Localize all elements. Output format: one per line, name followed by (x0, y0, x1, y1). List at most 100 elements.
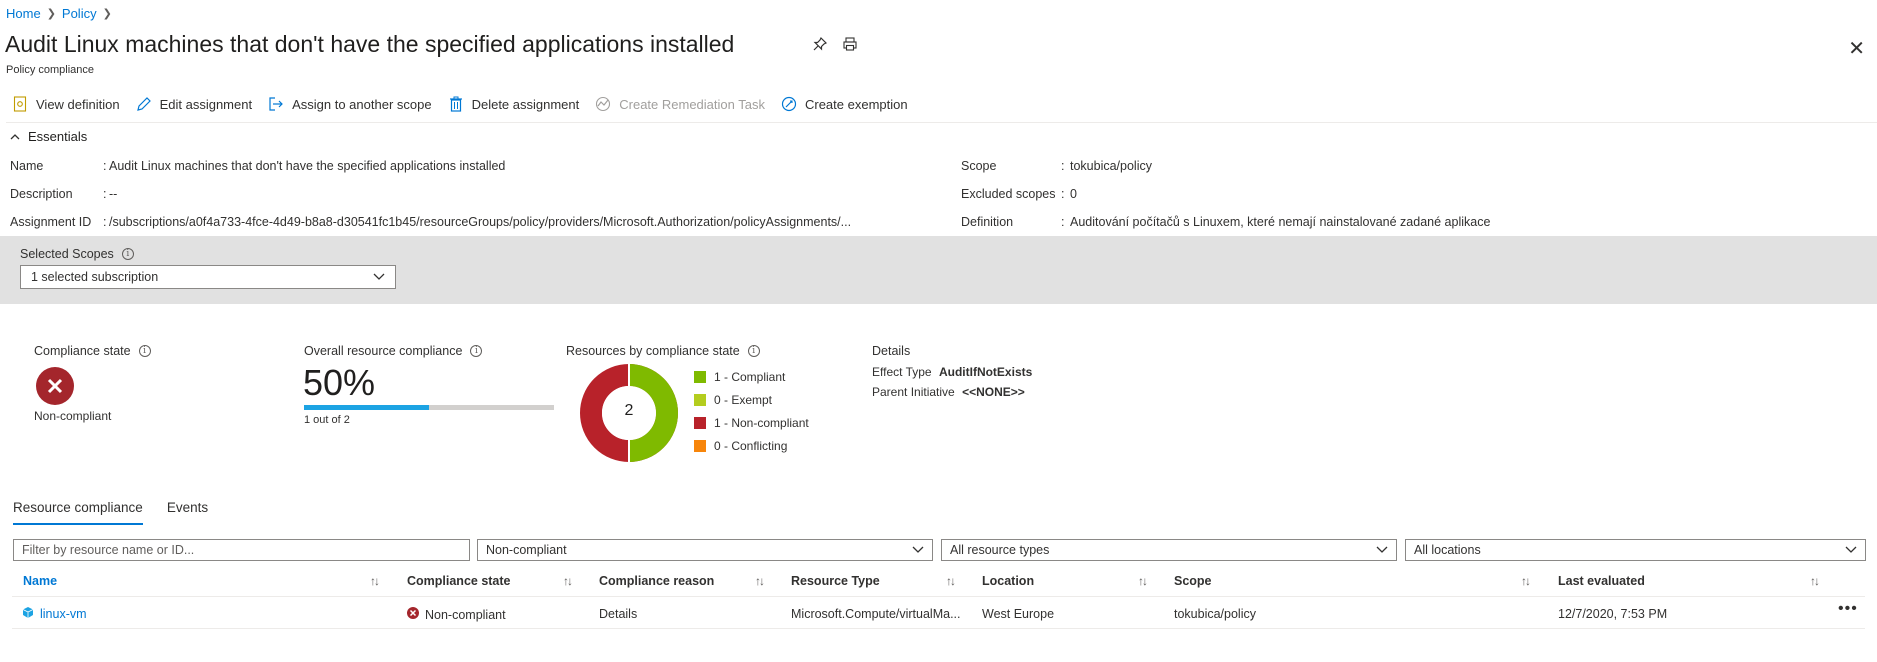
column-header-compliance-reason[interactable]: Compliance reason (599, 574, 714, 588)
error-x-icon (36, 367, 74, 405)
close-icon[interactable]: ✕ (1848, 36, 1865, 61)
pin-icon[interactable] (812, 36, 828, 55)
excluded-scopes-value: 0 (1070, 187, 1077, 201)
sort-icon[interactable]: ↑↓ (755, 574, 765, 588)
compliance-state-filter[interactable]: Non-compliant (477, 539, 933, 561)
edit-pencil-icon (136, 96, 152, 112)
scope-dropdown-value: 1 selected subscription (31, 270, 159, 284)
selected-scopes-label: Selected Scopes i (20, 247, 134, 261)
create-remediation-button[interactable]: Create Remediation Task (595, 96, 765, 112)
legend-label: 1 - Non-compliant (714, 416, 809, 430)
resources-by-state-title: Resources by compliance state (566, 344, 740, 358)
chevron-down-icon (1376, 543, 1388, 557)
breadcrumb-policy[interactable]: Policy (62, 6, 97, 21)
legend-noncompliant[interactable]: 1 - Non-compliant (694, 416, 809, 430)
assign-scope-button[interactable]: Assign to another scope (268, 96, 432, 112)
location-filter-value: All locations (1414, 543, 1481, 557)
more-options-icon[interactable]: ••• (1838, 600, 1858, 618)
legend-compliant[interactable]: 1 - Compliant (694, 370, 809, 384)
compliance-state-title: Compliance state (34, 344, 131, 358)
info-icon[interactable]: i (121, 248, 134, 260)
remediation-icon (595, 96, 611, 112)
description-label: Description (10, 187, 73, 201)
column-header-resource-type[interactable]: Resource Type (791, 574, 880, 588)
tab-bar: Resource compliance Events (13, 500, 208, 525)
chevron-down-icon (1845, 543, 1857, 557)
colon: : (103, 187, 107, 201)
assign-scope-label: Assign to another scope (292, 96, 432, 112)
assign-arrow-icon (268, 96, 284, 112)
create-exemption-label: Create exemption (804, 96, 908, 112)
essentials-toggle[interactable]: Essentials (10, 129, 87, 144)
resource-type-filter-value: All resource types (950, 543, 1050, 557)
create-exemption-button[interactable]: Create exemption (781, 96, 908, 112)
resource-search-input[interactable]: Filter by resource name or ID... (13, 539, 470, 561)
view-definition-button[interactable]: View definition (12, 96, 120, 112)
chevron-right-icon: ❯ (102, 8, 112, 20)
edit-assignment-button[interactable]: Edit assignment (136, 96, 252, 112)
divider (6, 122, 1877, 123)
column-header-compliance-state[interactable]: Compliance state (407, 574, 511, 588)
table-header-divider (12, 596, 1865, 597)
last-evaluated-cell: 12/7/2020, 7:53 PM (1558, 607, 1668, 621)
location-filter[interactable]: All locations (1405, 539, 1866, 561)
page-subtitle: Policy compliance (6, 64, 95, 76)
colon: : (1061, 187, 1065, 201)
sort-icon[interactable]: ↑↓ (1138, 574, 1148, 588)
description-value: -- (109, 187, 118, 201)
overall-compliance-label: Overall resource compliance i (304, 344, 483, 358)
exemption-icon (781, 96, 797, 112)
definition-label: Definition (961, 215, 1014, 229)
resource-name-cell: linux-vm (22, 607, 87, 621)
assignment-id-label: Assignment ID (10, 215, 92, 229)
colon: : (1061, 215, 1065, 229)
scope-label: Scope (961, 159, 997, 173)
legend-label: 1 - Compliant (714, 370, 786, 384)
sort-icon[interactable]: ↑↓ (946, 574, 956, 588)
legend-conflicting[interactable]: 0 - Conflicting (694, 439, 809, 453)
scope-dropdown[interactable]: 1 selected subscription (20, 265, 396, 289)
legend-swatch (694, 417, 706, 429)
info-icon[interactable]: i (138, 345, 151, 357)
compliance-state-label: Compliance state i (34, 344, 151, 358)
overall-compliance-title: Overall resource compliance (304, 344, 463, 358)
breadcrumb-home[interactable]: Home (6, 6, 41, 21)
effect-type-value: AuditIfNotExists (938, 365, 1033, 379)
column-header-scope[interactable]: Scope (1174, 574, 1212, 588)
delete-assignment-button[interactable]: Delete assignment (448, 96, 579, 112)
compliance-progress-fill (304, 405, 429, 410)
virtual-machine-icon (22, 607, 34, 621)
definition-value[interactable]: Auditování počítačů s Linuxem, které nem… (1070, 215, 1490, 229)
donut-total: 2 (624, 402, 634, 419)
overall-compliance-detail: 1 out of 2 (304, 414, 350, 426)
document-icon (12, 96, 28, 112)
breadcrumb: Home ❯ Policy ❯ (6, 6, 112, 21)
colon: : (103, 215, 107, 229)
column-header-last-evaluated[interactable]: Last evaluated (1558, 574, 1645, 588)
column-header-name[interactable]: Name (23, 574, 57, 588)
scope-value[interactable]: tokubica/policy (1070, 159, 1152, 173)
location-cell: West Europe (982, 607, 1055, 621)
effect-type-label: Effect Type (872, 365, 932, 379)
info-icon[interactable]: i (470, 345, 483, 357)
compliance-reason-link[interactable]: Details (599, 607, 637, 621)
resource-name-link[interactable]: linux-vm (40, 607, 87, 621)
compliance-legend: 1 - Compliant 0 - Exempt 1 - Non-complia… (694, 370, 809, 462)
chevron-right-icon: ❯ (46, 8, 56, 20)
legend-label: 0 - Exempt (714, 393, 773, 407)
tab-events[interactable]: Events (167, 500, 208, 525)
parent-initiative-label: Parent Initiative (872, 385, 955, 399)
overall-compliance-percent: 50% (303, 362, 376, 403)
print-icon[interactable] (842, 36, 858, 55)
column-header-location[interactable]: Location (982, 574, 1034, 588)
resource-type-filter[interactable]: All resource types (941, 539, 1397, 561)
resource-type-cell: Microsoft.Compute/virtualMa... (791, 607, 961, 621)
sort-icon[interactable]: ↑↓ (1521, 574, 1531, 588)
sort-icon[interactable]: ↑↓ (370, 574, 380, 588)
sort-icon[interactable]: ↑↓ (1810, 574, 1820, 588)
sort-icon[interactable]: ↑↓ (563, 574, 573, 588)
legend-exempt[interactable]: 0 - Exempt (694, 393, 809, 407)
info-icon[interactable]: i (747, 345, 760, 357)
tab-resource-compliance[interactable]: Resource compliance (13, 500, 143, 525)
legend-swatch (694, 371, 706, 383)
